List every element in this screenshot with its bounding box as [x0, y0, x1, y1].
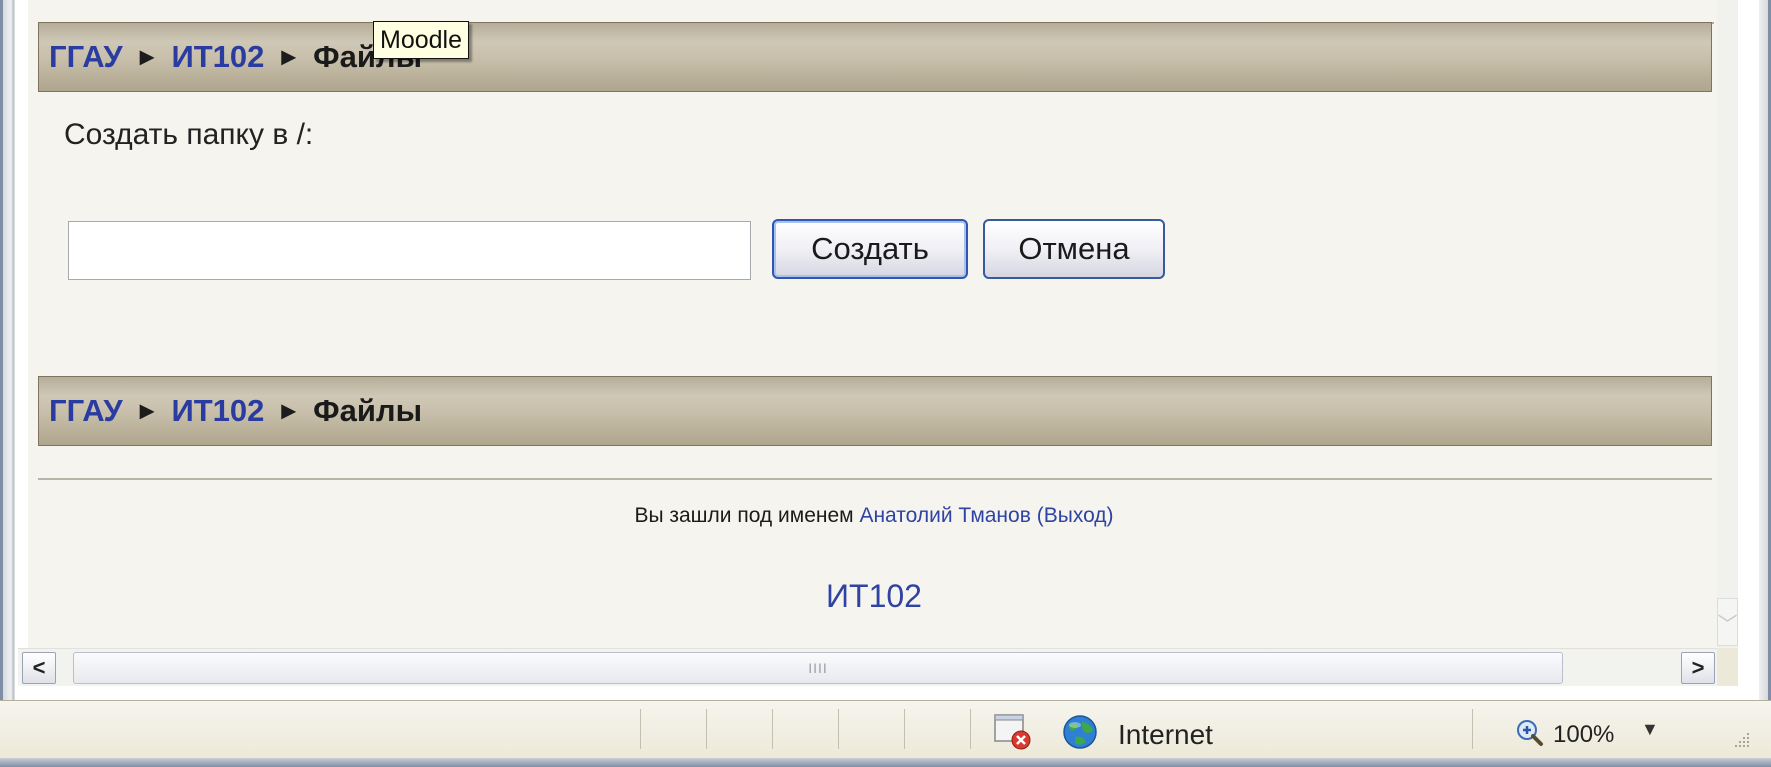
- scrollbar-corner: [1717, 648, 1738, 686]
- chevron-left-icon: <: [32, 655, 46, 680]
- vertical-scrollbar[interactable]: [1717, 0, 1738, 648]
- breadcrumb-link-ggau[interactable]: ГГАУ: [49, 393, 123, 429]
- browser-viewport: ГГАУ ► ИТ102 ► Файлы Создать папку в /: …: [18, 0, 1738, 648]
- window-bottom-border: [0, 758, 1771, 767]
- security-zone-label: Internet: [1118, 719, 1213, 750]
- breadcrumb-current-page: Файлы: [313, 393, 423, 428]
- zoom-level[interactable]: 100%: [1553, 721, 1614, 749]
- resize-grip-icon[interactable]: [1733, 731, 1751, 749]
- window-right-border: [1759, 0, 1771, 700]
- folder-name-input[interactable]: [68, 221, 751, 280]
- status-pane: [706, 709, 772, 749]
- scroll-left-button[interactable]: <: [22, 652, 56, 684]
- page-blocked-icon[interactable]: [994, 713, 1034, 751]
- magnifier-plus-icon[interactable]: [1514, 718, 1546, 748]
- footer-course-link[interactable]: ИТ102: [28, 578, 1720, 615]
- breadcrumb-navbar-bottom: ГГАУ ► ИТ102 ► Файлы: [38, 376, 1712, 446]
- breadcrumb-separator: ►: [134, 396, 160, 425]
- user-profile-link[interactable]: Анатолий Тманов: [859, 504, 1030, 527]
- status-pane: [904, 709, 970, 749]
- page-top-rule: [38, 0, 1714, 24]
- breadcrumb-navbar-top: ГГАУ ► ИТ102 ► Файлы: [38, 22, 1712, 92]
- horizontal-scrollbar[interactable]: < IIII >: [18, 648, 1717, 686]
- login-info: Вы зашли под именем Анатолий Тманов (Вых…: [28, 504, 1720, 528]
- create-button[interactable]: Создать: [772, 219, 968, 279]
- scroll-down-arrow-icon[interactable]: ﹀: [1717, 598, 1738, 646]
- logout-link[interactable]: (Выход): [1037, 504, 1114, 527]
- breadcrumb-link-ggau[interactable]: ГГАУ: [49, 39, 123, 75]
- breadcrumb-separator: ►: [276, 396, 302, 425]
- page-content: ГГАУ ► ИТ102 ► Файлы Создать папку в /: …: [28, 0, 1720, 648]
- breadcrumb-separator: ►: [134, 42, 160, 71]
- breadcrumb-separator: ►: [276, 42, 302, 71]
- chevron-right-icon: >: [1691, 655, 1705, 680]
- horizontal-scroll-thumb[interactable]: IIII: [73, 652, 1563, 684]
- footer-divider: [38, 478, 1712, 480]
- login-info-prefix: Вы зашли под именем: [634, 504, 854, 527]
- thumb-grip-icon: IIII: [808, 660, 828, 676]
- status-pane: [838, 709, 904, 749]
- breadcrumb-link-course[interactable]: ИТ102: [171, 39, 264, 75]
- status-bar: Internet 100% ▼: [0, 700, 1771, 759]
- zoom-dropdown-arrow-icon[interactable]: ▼: [1641, 719, 1659, 740]
- window-left-border: [0, 0, 18, 700]
- breadcrumb-link-course[interactable]: ИТ102: [171, 393, 264, 429]
- cancel-button[interactable]: Отмена: [983, 219, 1165, 279]
- create-folder-label: Создать папку в /:: [64, 118, 314, 151]
- status-pane: [772, 709, 838, 749]
- tooltip: Moodle: [373, 21, 469, 59]
- globe-icon: [1063, 715, 1097, 749]
- scroll-right-button[interactable]: >: [1681, 652, 1715, 684]
- status-pane: [640, 709, 706, 749]
